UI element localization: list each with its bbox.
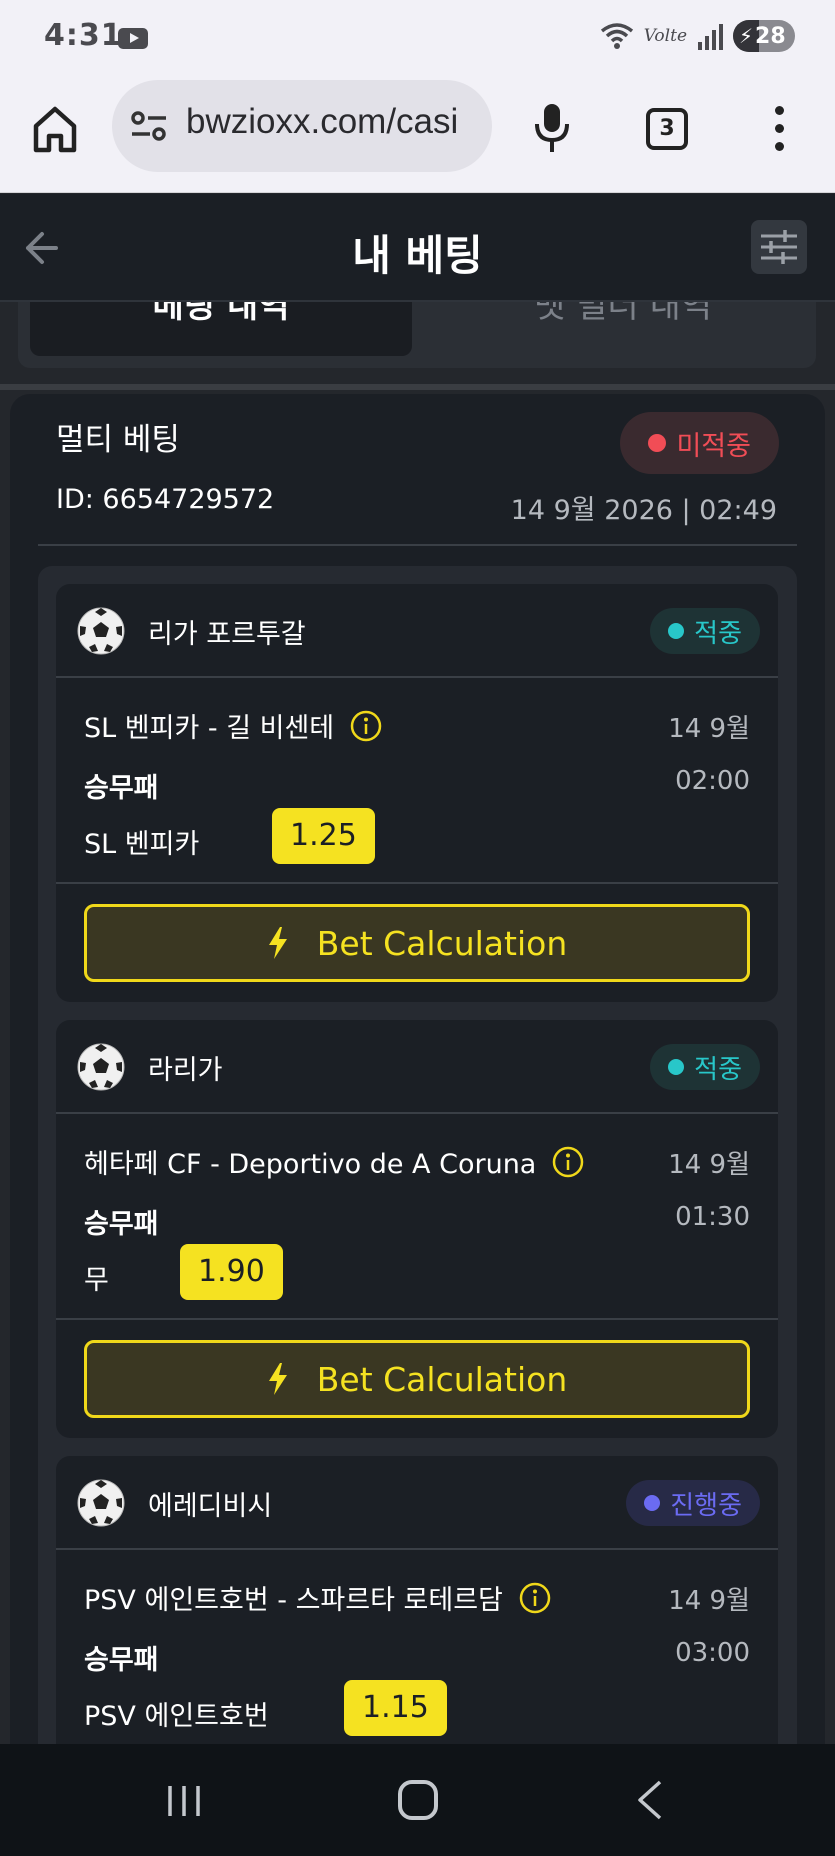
- league-name: 리가 포르투갈: [148, 619, 306, 650]
- status-bar: 4:31 Volte ⚡ 28: [0, 0, 835, 78]
- result-label: 적중: [694, 618, 742, 649]
- card-divider: [38, 544, 797, 546]
- pick-name: 무: [84, 1265, 109, 1296]
- tab-switcher-button[interactable]: 3: [646, 108, 688, 150]
- filter-button[interactable]: [751, 220, 807, 274]
- match-time: 01:30: [675, 1202, 750, 1232]
- match-name: PSV 에인트호번 - 스파르타 로테르담: [84, 1585, 503, 1616]
- selection-header: 라리가 적중: [56, 1020, 778, 1114]
- home-icon[interactable]: [32, 104, 78, 154]
- match-time: 02:00: [675, 766, 750, 796]
- battery-indicator: ⚡ 28: [733, 20, 795, 52]
- url-text: bwzioxx.com/casi: [186, 102, 459, 141]
- info-icon[interactable]: [350, 710, 382, 742]
- selection-card: 라리가 적중 헤타페 CF - Deportivo de A Coruna 14…: [56, 1020, 778, 1438]
- match-date: 14 9월: [668, 714, 750, 744]
- page-title: 내 베팅: [352, 231, 483, 280]
- bet-calculation-button[interactable]: Bet Calculation: [84, 1340, 750, 1418]
- market-name: 승무패: [84, 1209, 159, 1240]
- page-header: 내 베팅: [0, 194, 835, 302]
- lightning-icon: [268, 927, 287, 959]
- info-icon[interactable]: [552, 1146, 584, 1178]
- selection-details: 헤타페 CF - Deportivo de A Coruna 14 9월 승무패…: [56, 1114, 778, 1320]
- market-name: 승무패: [84, 773, 159, 804]
- result-badge: 진행중: [626, 1480, 760, 1526]
- market-name: 승무패: [84, 1645, 159, 1676]
- bet-status-badge: 미적중: [620, 412, 779, 474]
- selection-details: SL 벤피카 - 길 비센테 14 9월 승무패 02:00 SL 벤피카 1.…: [56, 678, 778, 884]
- odds-badge: 1.15: [344, 1680, 447, 1736]
- bet-calculation-label: Bet Calculation: [316, 1359, 568, 1399]
- pick-name: SL 벤피카: [84, 829, 200, 860]
- selection-card: 리가 포르투갈 적중 SL 벤피카 - 길 비센테 14 9월 승무패 02:0…: [56, 584, 778, 1002]
- soccer-ball-icon: [77, 1479, 125, 1527]
- odds-badge: 1.25: [272, 808, 375, 864]
- bet-id: ID: 6654729572: [56, 484, 275, 515]
- match-title: SL 벤피카 - 길 비센테: [84, 706, 382, 745]
- calc-section: Bet Calculation: [56, 1320, 778, 1438]
- history-tabs: 베팅 내역 벳 빌더 내역: [18, 302, 816, 368]
- youtube-notification-icon: [118, 28, 148, 49]
- section-divider: [0, 384, 835, 390]
- volte-indicator: Volte: [643, 26, 687, 46]
- status-time: 4:31: [44, 18, 123, 53]
- result-badge: 적중: [650, 1044, 760, 1090]
- bet-status-label: 미적중: [676, 430, 751, 462]
- selection-details: PSV 에인트호번 - 스파르타 로테르담 14 9월 승무패 03:00 PS…: [56, 1550, 778, 1756]
- match-name: SL 벤피카 - 길 비센테: [84, 713, 335, 744]
- info-icon[interactable]: [519, 1582, 551, 1614]
- match-date: 14 9월: [668, 1150, 750, 1180]
- status-dot-icon: [668, 623, 685, 639]
- signal-icon: [698, 24, 723, 50]
- bet-type-title: 멀티 베팅: [56, 422, 180, 458]
- match-title: 헤타페 CF - Deportivo de A Coruna: [84, 1142, 584, 1181]
- result-label: 진행중: [670, 1490, 742, 1521]
- match-time: 03:00: [675, 1638, 750, 1668]
- recent-apps-icon[interactable]: [166, 1784, 202, 1818]
- wifi-icon: [600, 23, 633, 49]
- site-settings-icon[interactable]: [130, 110, 168, 142]
- microphone-icon[interactable]: [532, 102, 572, 154]
- status-dot-icon: [648, 434, 667, 452]
- status-dot-icon: [644, 1495, 661, 1511]
- tab-bet-builder-history[interactable]: 벳 빌더 내역: [428, 302, 816, 327]
- selections-container: 리가 포르투갈 적중 SL 벤피카 - 길 비센테 14 9월 승무패 02:0…: [38, 566, 797, 1856]
- address-bar[interactable]: bwzioxx.com/casi: [112, 80, 492, 172]
- league-name: 에레디비시: [148, 1491, 273, 1522]
- soccer-ball-icon: [77, 1043, 125, 1091]
- status-indicators: Volte ⚡ 28: [600, 20, 795, 52]
- match-date: 14 9월: [668, 1586, 750, 1616]
- sliders-icon: [761, 230, 797, 264]
- home-button-icon[interactable]: [398, 1780, 438, 1820]
- battery-level: 28: [755, 23, 786, 49]
- system-navigation-bar: [0, 1744, 835, 1856]
- bet-datetime: 14 9월 2026 | 02:49: [510, 495, 777, 526]
- pick-name: PSV 에인트호번: [84, 1701, 269, 1732]
- lightning-icon: [268, 1363, 287, 1395]
- browser-toolbar: bwzioxx.com/casi 3: [0, 78, 835, 193]
- selection-header: 리가 포르투갈 적중: [56, 584, 778, 678]
- more-options-icon[interactable]: [772, 106, 786, 152]
- system-back-icon[interactable]: [636, 1780, 664, 1820]
- bet-calculation-label: Bet Calculation: [316, 923, 568, 963]
- tab-bet-history[interactable]: 베팅 내역: [18, 302, 424, 327]
- result-badge: 적중: [650, 608, 760, 654]
- result-label: 적중: [694, 1054, 742, 1085]
- selection-header: 에레디비시 진행중: [56, 1456, 778, 1550]
- bet-card: 멀티 베팅 미적중 ID: 6654729572 14 9월 2026 | 02…: [10, 394, 825, 1856]
- league-name: 라리가: [148, 1055, 223, 1086]
- calc-section: Bet Calculation: [56, 884, 778, 1002]
- soccer-ball-icon: [77, 607, 125, 655]
- odds-badge: 1.90: [180, 1244, 283, 1300]
- match-title: PSV 에인트호번 - 스파르타 로테르담: [84, 1578, 551, 1617]
- status-dot-icon: [668, 1059, 685, 1075]
- charging-icon: ⚡: [739, 24, 754, 48]
- match-name: 헤타페 CF - Deportivo de A Coruna: [84, 1149, 537, 1180]
- bet-calculation-button[interactable]: Bet Calculation: [84, 904, 750, 982]
